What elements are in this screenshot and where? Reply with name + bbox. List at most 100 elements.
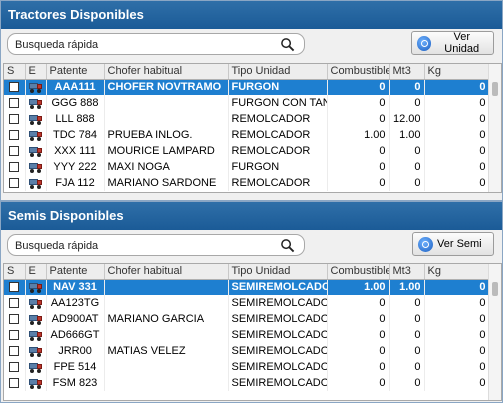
tipo-unidad-cell: SEMIREMOLCADOR <box>228 311 328 327</box>
mt3-cell: 0 <box>389 311 425 327</box>
combustible-cell: 0 <box>327 175 390 191</box>
ver-semi-button[interactable]: Ver Semi <box>412 232 494 256</box>
column-header[interactable]: S <box>4 64 26 80</box>
table-row[interactable]: NAV 331SEMIREMOLCADOR1.001.000 <box>4 279 490 295</box>
column-header[interactable]: E <box>25 264 47 280</box>
ver-unidad-button[interactable]: Ver Unidad <box>411 31 494 55</box>
status-cell <box>25 143 47 159</box>
patente-cell: AD900AT <box>46 311 105 327</box>
column-header[interactable]: Kg <box>424 64 490 80</box>
table-row[interactable]: YYY 222 MAXI NOGA FURGON 0 0 0 <box>4 159 490 175</box>
column-header[interactable]: Patente <box>46 264 105 280</box>
row-checkbox[interactable] <box>9 114 20 125</box>
row-checkbox[interactable] <box>9 346 20 357</box>
column-header[interactable]: Tipo Unidad <box>228 64 328 80</box>
tipo-unidad-cell: FURGON <box>228 79 328 95</box>
kg-cell: 0 <box>424 143 490 159</box>
mt3-cell: 0 <box>389 175 425 191</box>
row-checkbox[interactable] <box>9 178 20 189</box>
scrollbar-thumb[interactable] <box>492 82 498 96</box>
patente-cell: XXX 111 <box>46 143 105 159</box>
semis-search-input[interactable] <box>15 238 275 253</box>
table-row[interactable]: AA123TG SEMIREMOLCADOR 0 0 0 <box>4 295 490 311</box>
tractores-table: S E Patente Chofer habitual Tipo Unidad Combu… <box>4 64 490 191</box>
tipo-unidad-cell: SEMIREMOLCADOR <box>228 295 328 311</box>
table-row[interactable]: FJA 112 MARIANO SARDONE REMOLCADOR 0 0 0 <box>4 175 490 191</box>
tractores-grid: S E Patente Chofer habitual Tipo Unidad Combu… <box>3 63 502 193</box>
chofer-cell <box>104 95 229 111</box>
truck-icon <box>28 130 43 141</box>
chofer-cell: MARIANO GARCIA <box>104 311 229 327</box>
column-header[interactable]: Combustible <box>327 64 390 80</box>
column-header[interactable]: Kg <box>424 264 490 280</box>
table-row[interactable]: LLL 888 REMOLCADOR 0 12.00 0 <box>4 111 490 127</box>
tractores-search-input[interactable] <box>15 37 275 52</box>
kg-cell: 0 <box>424 159 490 175</box>
mt3-cell: 0 <box>389 327 425 343</box>
status-cell <box>25 359 47 375</box>
semis-scrollbar[interactable] <box>488 264 501 400</box>
kg-cell: 0 <box>424 343 490 359</box>
row-checkbox[interactable] <box>9 146 20 157</box>
tipo-unidad-cell: FURGON CON TANQUE <box>228 95 328 111</box>
status-cell <box>25 111 47 127</box>
column-header[interactable]: Chofer habitual <box>104 264 229 280</box>
row-checkbox[interactable] <box>9 130 20 141</box>
truck-icon <box>28 114 43 125</box>
column-header[interactable]: S <box>4 264 26 280</box>
column-header[interactable]: Mt3 <box>389 64 425 80</box>
semis-table: S E Patente Chofer habitual Tipo Unidad Combu… <box>4 264 490 391</box>
row-checkbox[interactable] <box>9 314 20 325</box>
table-row[interactable]: FSM 823 SEMIREMOLCADOR 0 0 0 <box>4 375 490 391</box>
select-cell <box>4 359 26 375</box>
kg-cell: 0 <box>424 295 490 311</box>
row-checkbox[interactable] <box>9 82 20 93</box>
column-header[interactable]: Tipo Unidad <box>228 264 328 280</box>
table-row[interactable]: JRR00 MATIAS VELEZ SEMIREMOLCADOR 0 0 0 <box>4 343 490 359</box>
table-row[interactable]: XXX 111 MOURICE LAMPARD REMOLCADOR 0 0 0 <box>4 143 490 159</box>
column-header[interactable]: E <box>25 64 47 80</box>
table-row[interactable]: AD900AT MARIANO GARCIA SEMIREMOLCADOR 0 0 0 <box>4 311 490 327</box>
kg-cell: 0 <box>424 279 490 295</box>
row-checkbox[interactable] <box>9 98 20 109</box>
column-header[interactable]: Chofer habitual <box>104 64 229 80</box>
table-row[interactable]: FPE 514 SEMIREMOLCADOR 0 0 0 <box>4 359 490 375</box>
mt3-cell: 0 <box>389 343 425 359</box>
table-row[interactable]: AD666GT SEMIREMOLCADOR 0 0 0 <box>4 327 490 343</box>
table-row[interactable]: AAA111 CHOFER NOVTRAMO FURGON 0 0 0 <box>4 79 490 95</box>
column-header[interactable]: Combustible <box>327 264 390 280</box>
status-cell <box>25 79 47 95</box>
select-cell <box>4 143 26 159</box>
row-checkbox[interactable] <box>9 162 20 173</box>
mt3-cell: 1.00 <box>389 279 425 295</box>
column-header[interactable]: Mt3 <box>389 264 425 280</box>
search-icon[interactable] <box>280 238 295 253</box>
scrollbar-thumb[interactable] <box>492 282 498 296</box>
patente-cell: AA123TG <box>46 295 105 311</box>
row-checkbox[interactable] <box>9 330 20 341</box>
row-checkbox[interactable] <box>9 378 20 389</box>
combustible-cell: 1.00 <box>327 279 390 295</box>
kg-cell: 0 <box>424 79 490 95</box>
table-row[interactable]: GGG 888FURGON CON TANQUE000 <box>4 95 490 111</box>
row-checkbox[interactable] <box>9 282 20 293</box>
column-header[interactable]: Patente <box>46 64 105 80</box>
search-icon[interactable] <box>280 37 295 52</box>
tractores-scrollbar[interactable] <box>488 64 501 192</box>
row-checkbox[interactable] <box>9 362 20 373</box>
row-checkbox[interactable] <box>9 298 20 309</box>
table-row[interactable]: TDC 784 PRUEBA INLOG. REMOLCADOR 1.00 1.00 0 <box>4 127 490 143</box>
status-cell <box>25 127 47 143</box>
combustible-cell: 0 <box>327 143 390 159</box>
select-cell <box>4 375 26 391</box>
combustible-cell: 0 <box>327 327 390 343</box>
mt3-cell: 0 <box>389 295 425 311</box>
truck-icon <box>28 378 43 389</box>
semis-title: Semis Disponibles <box>1 202 502 230</box>
patente-cell: JRR00 <box>46 343 105 359</box>
status-cell <box>25 343 47 359</box>
combustible-cell: 0 <box>327 359 390 375</box>
tractores-search-box <box>7 33 305 55</box>
select-cell <box>4 159 26 175</box>
truck-icon <box>28 346 43 357</box>
